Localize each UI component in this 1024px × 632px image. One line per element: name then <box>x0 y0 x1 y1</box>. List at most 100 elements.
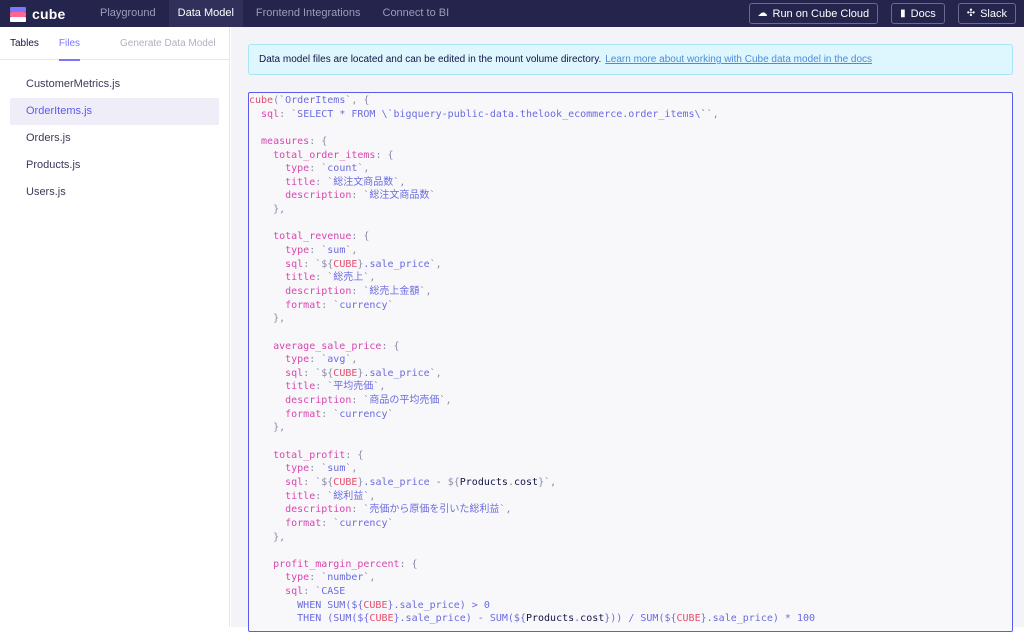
code-token: currency <box>339 518 387 529</box>
code-token: : ` <box>321 518 339 529</box>
code-line: sql: `${CUBE}.sale_price`, <box>249 367 815 381</box>
code-line: description: `総注文商品数` <box>249 189 815 203</box>
code-token: 総注文商品数 <box>333 177 393 188</box>
docs-link[interactable]: Learn more about working with Cube data … <box>605 54 872 65</box>
code-editor[interactable]: cube(`OrderItems`, { sql: `SELECT * FROM… <box>248 92 1013 632</box>
code-line: }, <box>249 421 815 435</box>
code-line: description: `売価から原価を引いた総利益`, <box>249 503 815 517</box>
code-line: total_revenue: { <box>249 230 815 244</box>
code-token: format <box>249 409 321 420</box>
tab-connect-to-bi[interactable]: Connect to BI <box>374 0 459 27</box>
code-token: type <box>249 354 309 365</box>
top-nav: cube Playground Data Model Frontend Inte… <box>0 0 1024 27</box>
code-token: 売価から原価を引いた総利益 <box>369 504 499 515</box>
code-token: }.sale_price) - SUM(${ <box>394 613 526 624</box>
code-line: }, <box>249 312 815 326</box>
code-token: CASE <box>321 586 345 597</box>
code-line: title: `平均売価`, <box>249 380 815 394</box>
code-line: cube(`OrderItems`, { <box>249 94 815 108</box>
cube-logo-icon <box>10 6 26 22</box>
code-token: `, <box>363 572 375 583</box>
code-token: }.sale_price) > 0 <box>387 600 489 611</box>
code-token: `, <box>373 381 385 392</box>
tab-frontend-integrations[interactable]: Frontend Integrations <box>247 0 370 27</box>
code-token: sql <box>249 477 303 488</box>
file-item-products[interactable]: Products.js <box>10 152 219 179</box>
code-line: average_sale_price: { <box>249 340 815 354</box>
code-token: 平均売価 <box>333 381 373 392</box>
file-item-customermetrics[interactable]: CustomerMetrics.js <box>10 71 219 98</box>
code-token: }`, <box>538 477 556 488</box>
document-icon: ▮ <box>900 8 906 19</box>
code-token: 総利益 <box>333 491 363 502</box>
code-token: : { <box>351 231 369 242</box>
code-token: : `${ <box>303 477 333 488</box>
cube-logo[interactable]: cube <box>10 6 82 22</box>
code-line: type: `sum`, <box>249 462 815 476</box>
code-token: sql <box>249 368 303 379</box>
file-item-orders[interactable]: Orders.js <box>10 125 219 152</box>
code-token: 総注文商品数 <box>369 190 429 201</box>
code-line: total_profit: { <box>249 449 815 463</box>
code-token: }, <box>249 313 285 324</box>
code-token: `, <box>499 504 511 515</box>
code-line: profit_margin_percent: { <box>249 558 815 572</box>
info-text: Data model files are located and can be … <box>259 54 601 65</box>
code-token: `, <box>430 259 442 270</box>
docs-label: Docs <box>911 8 936 20</box>
code-token: : { <box>400 559 418 570</box>
cloud-icon: ☁ <box>758 8 768 19</box>
code-token: THEN (SUM(${ <box>249 613 369 624</box>
code-token: type <box>249 463 309 474</box>
tab-playground[interactable]: Playground <box>91 0 165 27</box>
code-token: CUBE <box>333 477 357 488</box>
code-token: 総売上金額 <box>369 286 419 297</box>
code-token: }.sale_price) * 100 <box>701 613 815 624</box>
code-token: : ` <box>321 300 339 311</box>
code-token: : ` <box>309 245 327 256</box>
code-line <box>249 121 815 135</box>
file-item-users[interactable]: Users.js <box>10 179 219 206</box>
code-token: : ` <box>351 286 369 297</box>
code-token: currency <box>339 409 387 420</box>
code-line: description: `商品の平均売価`, <box>249 394 815 408</box>
code-token: format <box>249 518 321 529</box>
tab-tables[interactable]: Tables <box>0 27 49 60</box>
code-token: .sale_price - <box>363 477 447 488</box>
code-token: average_sale_price <box>249 341 381 352</box>
code-line: type: `number`, <box>249 571 815 585</box>
code-token: : ` <box>315 381 333 392</box>
code-token: : ` <box>279 109 297 120</box>
code-line: description: `総売上金額`, <box>249 285 815 299</box>
slack-button[interactable]: ✣ Slack <box>958 3 1016 24</box>
code-token: Products <box>526 613 574 624</box>
code-token: : ` <box>303 586 321 597</box>
info-banner: Data model files are located and can be … <box>248 44 1013 75</box>
docs-button[interactable]: ▮ Docs <box>891 3 945 24</box>
code-token: number <box>327 572 363 583</box>
code-line: title: `総注文商品数`, <box>249 176 815 190</box>
code-line: format: `currency` <box>249 517 815 531</box>
tab-files[interactable]: Files <box>49 27 90 60</box>
code-token: CUBE <box>677 613 701 624</box>
code-token: 総売上 <box>333 272 363 283</box>
code-token: count <box>327 163 357 174</box>
code-token: ` <box>387 300 393 311</box>
code-token: title <box>249 381 315 392</box>
code-token: `, <box>363 272 375 283</box>
code-token: : ` <box>315 272 333 283</box>
slack-icon: ✣ <box>967 8 975 19</box>
code-token: profit_margin_percent <box>249 559 400 570</box>
code-line: }, <box>249 531 815 545</box>
run-on-cube-cloud-label: Run on Cube Cloud <box>773 8 870 20</box>
tab-generate-data-model[interactable]: Generate Data Model <box>110 27 226 60</box>
code-content[interactable]: cube(`OrderItems`, { sql: `SELECT * FROM… <box>249 93 815 626</box>
file-item-orderitems[interactable]: OrderItems.js <box>10 98 219 125</box>
code-token: `, <box>345 354 357 365</box>
code-token: measures <box>249 136 309 147</box>
run-on-cube-cloud-button[interactable]: ☁ Run on Cube Cloud <box>749 3 879 24</box>
code-token: description <box>249 286 351 297</box>
tab-data-model[interactable]: Data Model <box>169 0 243 27</box>
code-token: : ` <box>315 491 333 502</box>
code-token: `, <box>345 245 357 256</box>
